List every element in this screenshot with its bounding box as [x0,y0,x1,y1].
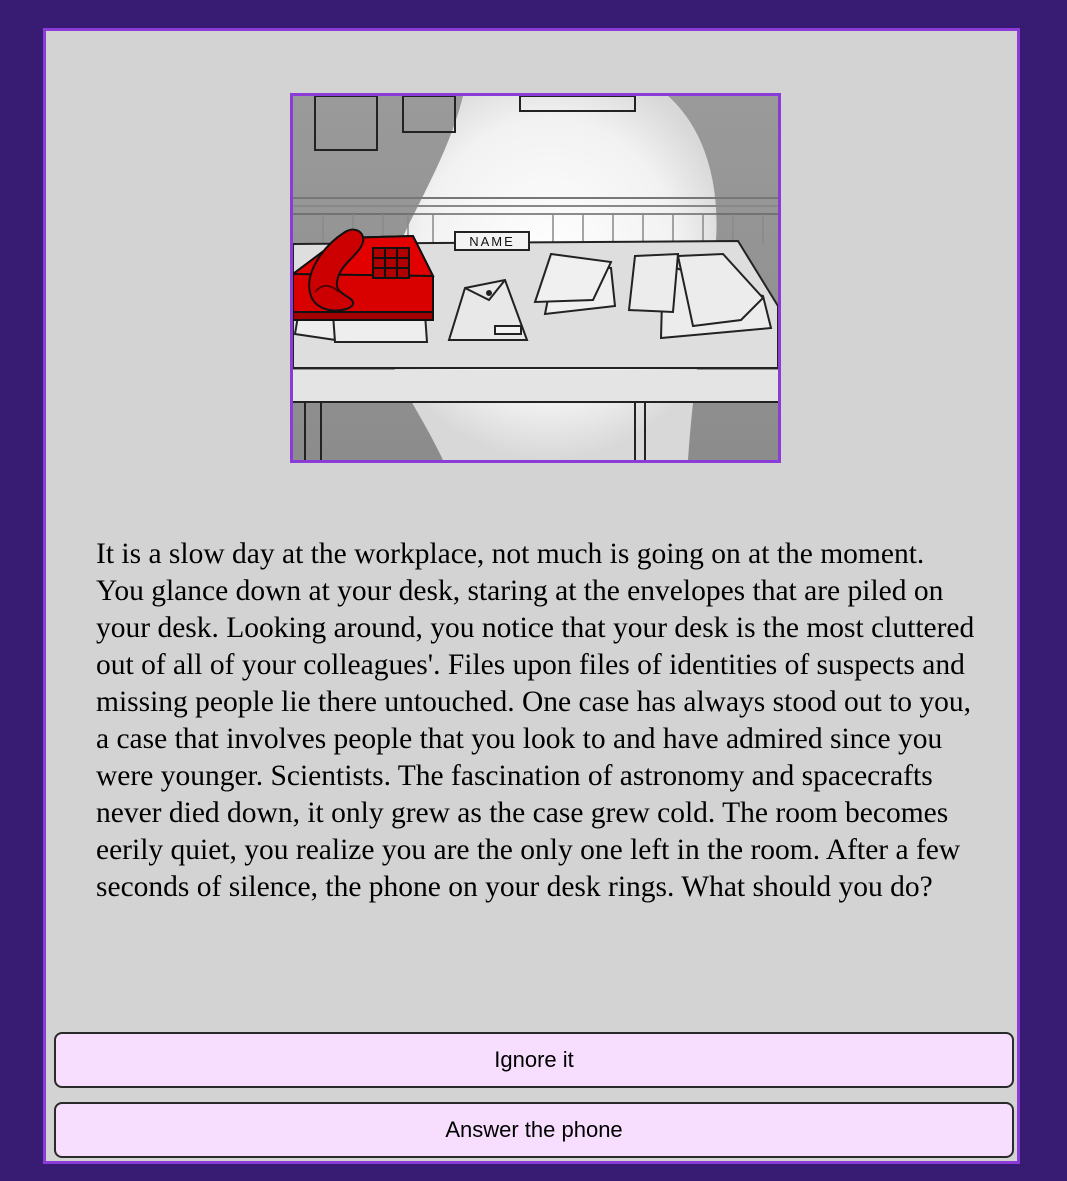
paper-stack-middle [533,252,617,316]
ignore-it-button[interactable]: Ignore it [54,1032,1014,1088]
nameplate: NAME [454,231,530,251]
nameplate-label: NAME [469,234,515,249]
answer-phone-button[interactable]: Answer the phone [54,1102,1014,1158]
phone-keypad [372,247,410,279]
scene-illustration: NAME [290,93,781,463]
story-text: It is a slow day at the workplace, not m… [96,538,975,903]
desk-edge [293,370,778,402]
game-panel: NAME It is a slow day at the workplace, … [43,28,1020,1164]
